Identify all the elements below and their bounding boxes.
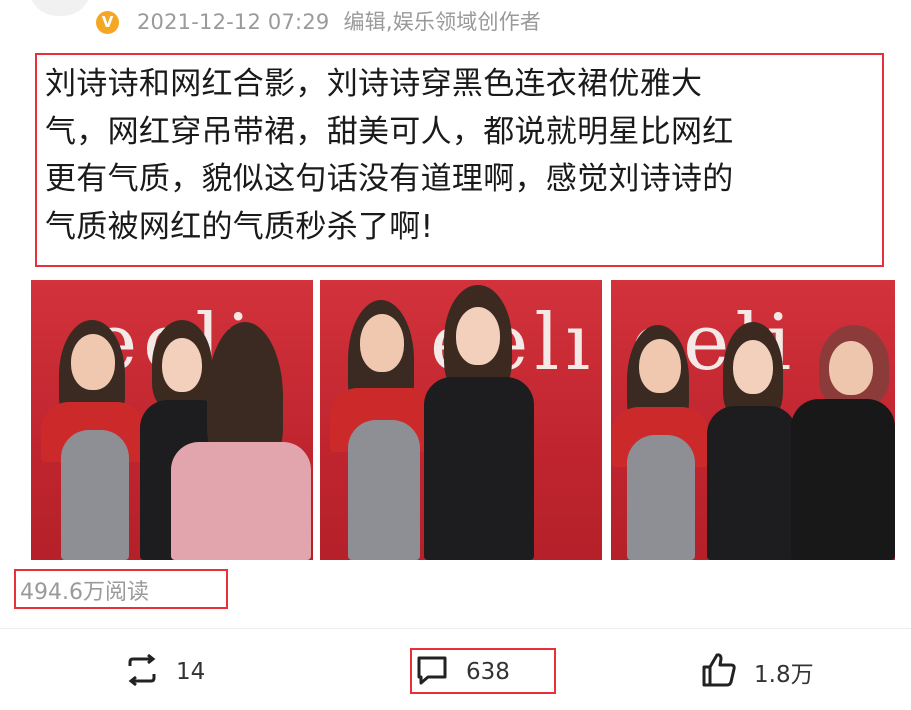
post-photo-2[interactable]: eelı: [320, 280, 602, 560]
post-line: 更有气质，貌似这句话没有道理啊，感觉刘诗诗的: [45, 161, 734, 197]
avatar[interactable]: [28, 0, 92, 16]
post-line: 刘诗诗和网红合影，刘诗诗穿黑色连衣裙优雅大: [45, 66, 703, 102]
like-count: 1.8万: [754, 662, 814, 688]
post-body: 刘诗诗和网红合影，刘诗诗穿黑色连衣裙优雅大 气，网红穿吊带裙，甜美可人，都说就明…: [45, 61, 881, 251]
post-meta: 2021-12-12 07:29 编辑,娱乐领域创作者: [137, 6, 541, 36]
like-button[interactable]: 1.8万: [700, 650, 814, 694]
post-line: 气，网红穿吊带裙，甜美可人，都说就明星比网红: [45, 113, 734, 150]
repost-count: 14: [176, 659, 206, 685]
person-figure: [41, 320, 151, 560]
post-source: 编辑,娱乐领域创作者: [343, 10, 542, 34]
comment-icon: [414, 652, 450, 692]
person-figure: [703, 322, 803, 560]
person-figure: [611, 325, 711, 560]
post-line: 气质被网红的气质秒杀了啊!: [45, 208, 434, 245]
read-count: 494.6万阅读: [20, 580, 149, 605]
post-photo-1[interactable]: eeli: [31, 280, 313, 560]
thumbs-up-icon: [700, 651, 738, 693]
verified-badge-icon: V: [96, 11, 119, 34]
post-header: V 2021-12-12 07:29 编辑,娱乐领域创作者: [0, 0, 911, 42]
comment-count: 638: [466, 659, 510, 685]
comment-button[interactable]: 638: [414, 650, 510, 694]
post-timestamp: 2021-12-12 07:29: [137, 10, 330, 34]
person-figure: [420, 285, 540, 560]
repost-icon: [124, 652, 160, 692]
divider: [0, 628, 911, 629]
post-text-highlight: 刘诗诗和网红合影，刘诗诗穿黑色连衣裙优雅大 气，网红穿吊带裙，甜美可人，都说就明…: [35, 53, 884, 267]
post-photo-3[interactable]: eeli: [611, 280, 895, 560]
person-figure: [171, 322, 311, 560]
repost-button[interactable]: 14: [124, 650, 205, 694]
person-figure: [791, 325, 895, 560]
